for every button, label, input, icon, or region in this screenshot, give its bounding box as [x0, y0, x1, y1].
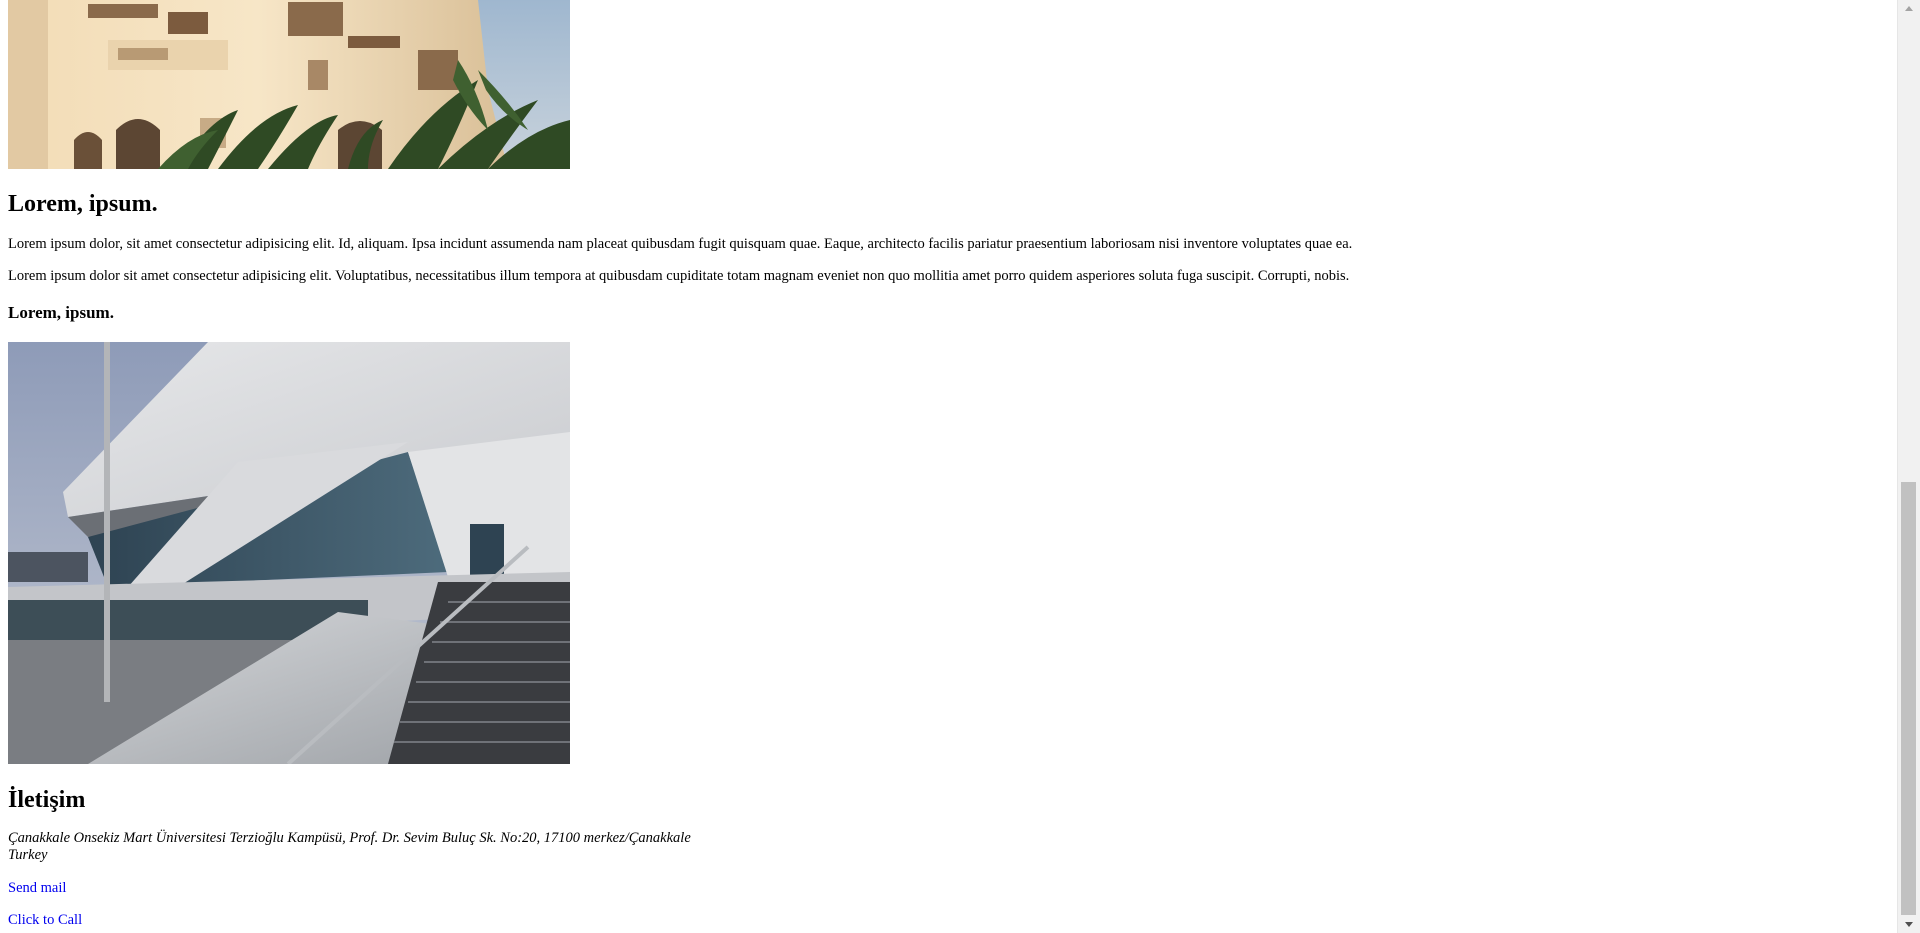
address-line-1: Çanakkale Onsekiz Mart Üniversitesi Terz… — [8, 830, 691, 846]
building-photo-1 — [8, 0, 570, 169]
contact-address: Çanakkale Onsekiz Mart Üniversitesi Terz… — [8, 830, 691, 864]
section-heading: Lorem, ipsum. — [8, 191, 158, 217]
section-paragraph-2: Lorem ipsum dolor sit amet consectetur a… — [8, 268, 1350, 284]
send-mail-link[interactable]: Send mail — [8, 880, 66, 897]
click-to-call-link[interactable]: Click to Call — [8, 912, 82, 929]
contact-heading: İletişim — [8, 787, 86, 813]
page-viewport: Lorem, ipsum. Lorem ipsum dolor, sit ame… — [0, 0, 1898, 933]
vertical-scrollbar[interactable] — [1897, 0, 1920, 933]
scroll-up-arrow-icon[interactable] — [1898, 0, 1920, 17]
section-paragraph-1: Lorem ipsum dolor, sit amet consectetur … — [8, 236, 1353, 252]
scrollbar-thumb[interactable] — [1901, 482, 1916, 915]
scroll-down-arrow-icon[interactable] — [1898, 916, 1920, 933]
building-photo-2 — [8, 342, 570, 764]
address-line-2: Turkey — [8, 847, 48, 863]
section-subheading: Lorem, ipsum. — [8, 303, 114, 322]
